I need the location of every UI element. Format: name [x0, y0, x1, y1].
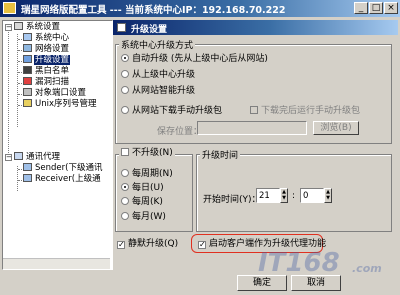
network-icon [23, 44, 32, 52]
settings-tree: − 系统设置 系统中心 网络设置 升级设置 黑白名单 漏洞扫描 对象端口设置 U… [2, 20, 113, 270]
minute-input[interactable]: 0 [300, 188, 324, 203]
settings-icon [117, 23, 126, 32]
save-location-input[interactable] [197, 121, 307, 135]
panel-title: 升级设置 [131, 25, 168, 35]
title-bar: 瑞星网络版配置工具 --- 当前系统中心IP：192.168.70.222 _ … [0, 0, 400, 17]
hour-spinner[interactable]: ▲ ▼ [280, 188, 288, 203]
tree-horizontal-scrollbar[interactable] [3, 258, 110, 269]
auto-run-package-checkbox[interactable]: 下载完后运行手动升级包 [250, 106, 360, 116]
config-window: 瑞星网络版配置工具 --- 当前系统中心IP：192.168.70.222 _ … [0, 0, 400, 295]
upgrade-icon [23, 55, 32, 63]
radio-auto-upgrade[interactable]: 自动升级 (先从上级中心后从网站) [121, 54, 268, 64]
scan-icon [23, 77, 32, 85]
tree-item-port-settings[interactable]: 对象端口设置 [23, 88, 87, 99]
close-button[interactable]: × [384, 2, 398, 14]
radio-monthly[interactable]: 每月(W) [121, 212, 166, 222]
proxy-icon [14, 152, 23, 160]
tree-item-black-white-list[interactable]: 黑白名单 [23, 66, 70, 77]
tree-item-system-settings[interactable]: 系统设置 [14, 22, 61, 33]
minute-spinner[interactable]: ▲ ▼ [324, 188, 332, 203]
hour-input[interactable]: 21 [256, 188, 280, 203]
watermark-logo: IT168 [258, 248, 340, 278]
radio-smart-web-upgrade[interactable]: 从网站智能升级 [121, 86, 195, 96]
panel-header: 升级设置 [113, 20, 398, 35]
radio-per-cycle[interactable]: 每周期(N) [121, 169, 173, 179]
list-icon [23, 66, 32, 74]
tree-item-receiver[interactable]: Receiver(上级通 [23, 174, 102, 185]
window-title: 瑞星网络版配置工具 --- 当前系统中心IP：192.168.70.222 [21, 5, 286, 16]
watermark-domain: .com [352, 262, 382, 275]
browse-button[interactable]: 浏览(B) [313, 121, 359, 135]
radio-manual-package[interactable]: 从网站下载手动升级包 [121, 106, 222, 116]
collapse-icon[interactable]: − [5, 24, 12, 31]
minimize-button[interactable]: _ [354, 2, 368, 14]
sender-icon [23, 163, 32, 171]
receiver-icon [23, 174, 32, 182]
tree-item-comm-proxy[interactable]: 通讯代理 [14, 152, 61, 163]
upgrade-time-title: 升级时间 [200, 148, 241, 161]
collapse-icon[interactable]: − [5, 154, 12, 161]
start-time-label: 开始时间(Y)： [203, 195, 261, 205]
computer-icon [23, 33, 32, 41]
radio-from-parent-center[interactable]: 从上级中心升级 [121, 70, 195, 80]
key-icon [23, 99, 32, 107]
app-icon [3, 2, 16, 14]
save-location-label: 保存位置： [157, 127, 203, 137]
upgrade-method-title: 系统中心升级方式 [119, 38, 196, 51]
maximize-button[interactable]: □ [369, 2, 383, 14]
silent-upgrade-checkbox[interactable]: ✓ 静默升级(Q) [117, 239, 178, 249]
tree-item-system-center[interactable]: 系统中心 [23, 33, 70, 44]
radio-daily[interactable]: 每日(U) [121, 183, 164, 193]
tree-item-network-settings[interactable]: 网络设置 [23, 44, 70, 55]
tree-item-sender[interactable]: Sender(下级通讯 [23, 163, 103, 174]
port-icon [23, 88, 32, 96]
radio-weekly[interactable]: 每周(K) [121, 197, 163, 207]
monitor-icon [14, 22, 23, 30]
tree-item-vulnerability-scan[interactable]: 漏洞扫描 [23, 77, 70, 88]
tree-item-upgrade-settings[interactable]: 升级设置 [23, 55, 71, 66]
time-separator: : [292, 191, 296, 201]
no-upgrade-checkbox[interactable]: 不升级(N) [119, 148, 175, 158]
tree-item-unix-serial[interactable]: Unix序列号管理 [23, 99, 98, 110]
